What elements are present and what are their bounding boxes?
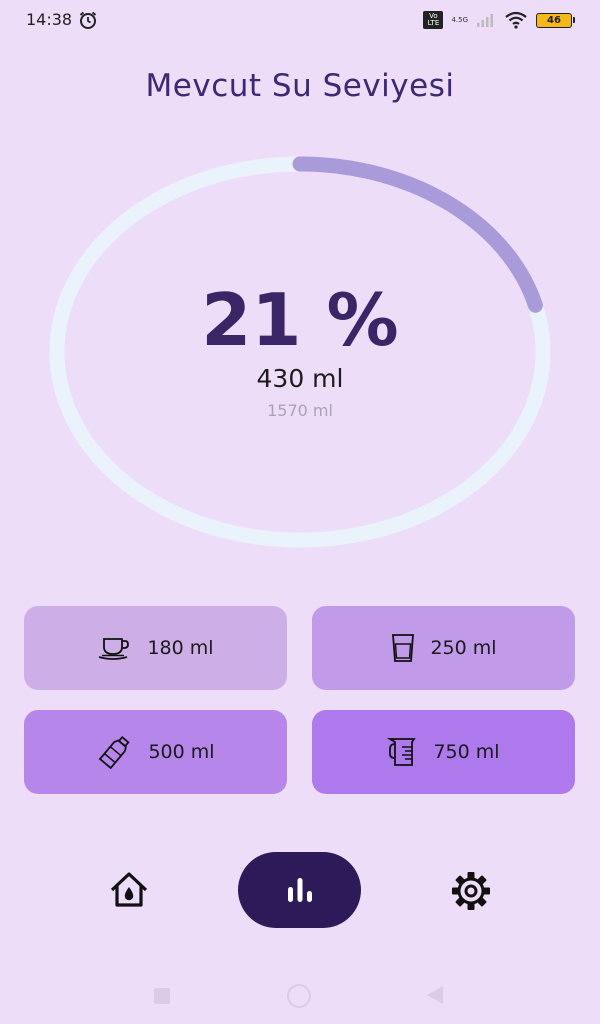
add-250ml-button[interactable]: 250 ml (312, 606, 575, 690)
battery-level: 46 (547, 14, 561, 26)
recent-apps-icon[interactable] (154, 988, 170, 1004)
status-icons: Vo LTE 4.5G 46 (423, 9, 575, 31)
goal-amount: 1570 ml (267, 401, 333, 420)
current-amount: 430 ml (256, 364, 344, 393)
percent-text: 21 % (201, 278, 399, 362)
glass-icon (392, 634, 415, 662)
settings-icon[interactable] (450, 870, 492, 912)
battery-icon: 46 (536, 12, 575, 28)
add-500ml-label: 500 ml (148, 741, 215, 763)
back-icon[interactable] (427, 986, 443, 1004)
stats-icon (287, 878, 312, 902)
bottle-icon (99, 735, 131, 769)
coffee-cup-icon (99, 638, 130, 660)
alarm-icon (79, 11, 97, 29)
measuring-jug-icon (387, 738, 417, 766)
add-500ml-button[interactable]: 500 ml (24, 710, 287, 794)
volte-badge: Vo LTE (423, 11, 444, 29)
add-750ml-button[interactable]: 750 ml (312, 710, 575, 794)
home-circle-icon[interactable] (287, 984, 311, 1008)
page-title: Mevcut Su Seviyesi (145, 68, 455, 104)
signal-icon (477, 14, 493, 27)
status-bar: 14:38 Vo LTE 4.5G 46 (0, 0, 600, 40)
add-180ml-button[interactable]: 180 ml (24, 606, 287, 690)
home-icon[interactable] (108, 870, 150, 910)
add-250ml-label: 250 ml (430, 637, 497, 659)
network-type: 4.5G (451, 16, 468, 24)
wifi-icon (505, 11, 527, 29)
system-navigation-bar (0, 975, 600, 1015)
status-time: 14:38 (26, 10, 73, 29)
add-750ml-label: 750 ml (433, 741, 500, 763)
stats-nav-button[interactable] (238, 852, 361, 928)
add-180ml-label: 180 ml (147, 637, 214, 659)
